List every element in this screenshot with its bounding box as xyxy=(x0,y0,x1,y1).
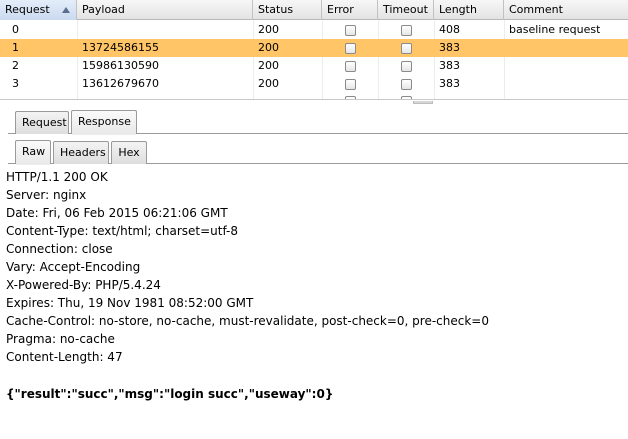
results-table: Request Payload Status Error Timeout Len… xyxy=(0,0,628,100)
response-header-line: Pragma: no-cache xyxy=(6,332,115,346)
timeout-checkbox[interactable] xyxy=(401,96,412,99)
column-header-status[interactable]: Status xyxy=(253,0,322,20)
column-header-timeout[interactable]: Timeout xyxy=(378,0,434,20)
message-tab-bar: Request Response xyxy=(0,109,628,135)
tab-headers[interactable]: Headers xyxy=(53,141,109,164)
tab-raw[interactable]: Raw xyxy=(15,140,51,165)
error-checkbox[interactable] xyxy=(345,79,356,90)
table-row[interactable]: 2 15986130590 200 383 xyxy=(0,57,628,75)
response-header-line: Content-Type: text/html; charset=utf-8 xyxy=(6,224,239,238)
column-header-request[interactable]: Request xyxy=(0,0,77,20)
timeout-checkbox[interactable] xyxy=(401,25,412,36)
response-header-line: Connection: close xyxy=(6,242,113,256)
response-header-line: Expires: Thu, 19 Nov 1981 08:52:00 GMT xyxy=(6,296,254,310)
timeout-checkbox[interactable] xyxy=(401,61,412,72)
timeout-checkbox[interactable] xyxy=(401,43,412,54)
tab-hex[interactable]: Hex xyxy=(111,141,147,164)
error-checkbox[interactable] xyxy=(345,61,356,72)
response-header-line: Date: Fri, 06 Feb 2015 06:21:06 GMT xyxy=(6,206,228,220)
tab-response[interactable]: Response xyxy=(71,110,137,135)
response-header-line: X-Powered-By: PHP/5.4.24 xyxy=(6,278,161,292)
error-checkbox[interactable] xyxy=(345,96,356,99)
table-row[interactable]: 3 13612679670 200 383 xyxy=(0,75,628,93)
error-checkbox[interactable] xyxy=(345,25,356,36)
column-header-error[interactable]: Error xyxy=(322,0,378,20)
response-header-line: Vary: Accept-Encoding xyxy=(6,260,141,274)
response-header-line: Server: nginx xyxy=(6,188,87,202)
response-status-line: HTTP/1.1 200 OK xyxy=(6,170,108,184)
table-row[interactable]: 0 200 408 baseline request xyxy=(0,21,628,39)
response-body: {"result":"succ","msg":"login succ","use… xyxy=(6,387,334,401)
timeout-checkbox[interactable] xyxy=(401,79,412,90)
table-row-selected[interactable]: 1 13724586155 200 383 xyxy=(0,39,628,57)
column-header-comment[interactable]: Comment xyxy=(504,0,628,20)
error-checkbox[interactable] xyxy=(345,43,356,54)
sort-ascending-icon xyxy=(62,7,70,13)
splitter-handle[interactable] xyxy=(413,101,433,104)
response-raw-view[interactable]: HTTP/1.1 200 OK Server: nginx Date: Fri,… xyxy=(0,165,628,439)
response-header-line: Cache-Control: no-store, no-cache, must-… xyxy=(6,314,489,328)
response-header-line: Content-Length: 47 xyxy=(6,350,123,364)
column-header-length[interactable]: Length xyxy=(434,0,504,20)
column-header-payload[interactable]: Payload xyxy=(77,0,253,20)
table-header: Request Payload Status Error Timeout Len… xyxy=(0,0,628,20)
view-tab-bar: Raw Headers Hex xyxy=(0,139,628,165)
tab-request[interactable]: Request xyxy=(15,111,69,134)
